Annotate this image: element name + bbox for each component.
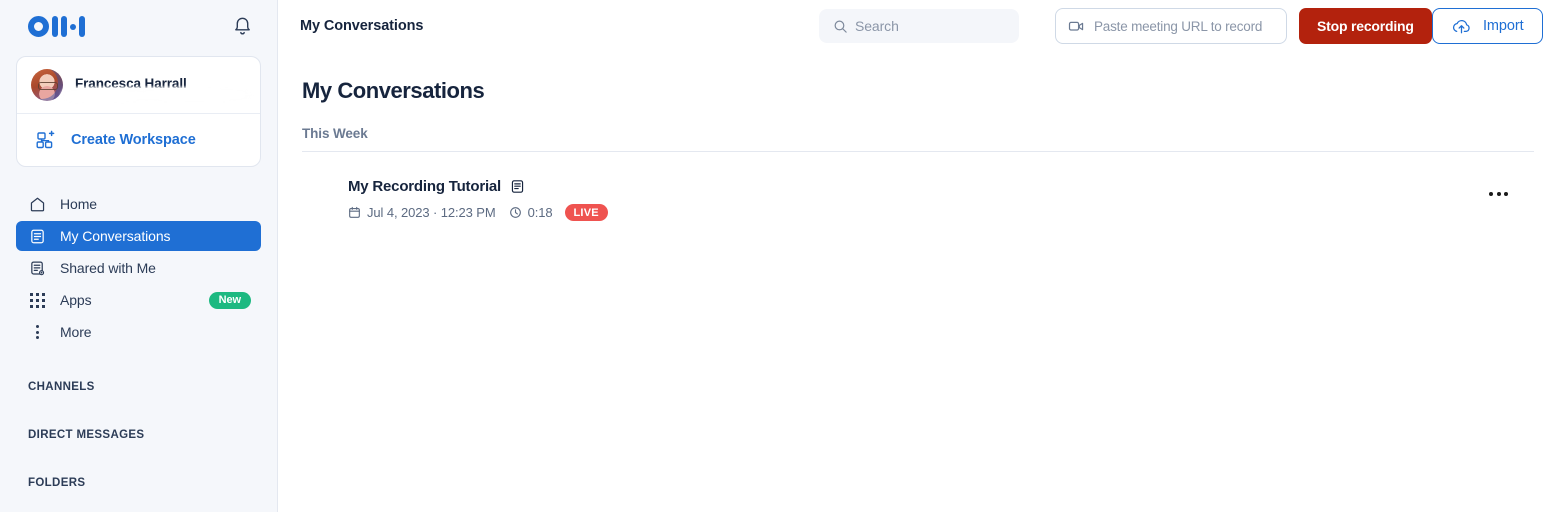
divider: [302, 151, 1534, 152]
conversation-body: My Recording Tutorial Jul 4, 2023 · 12:2…: [348, 178, 1534, 221]
grid-icon: [28, 291, 46, 309]
logo-bar: [79, 15, 85, 37]
conversation-meta: Jul 4, 2023 · 12:23 PM 0:18 LIVE: [348, 204, 1534, 221]
sidebar: Francesca Harrall Create Workspace Home …: [0, 0, 278, 512]
clock-icon: [509, 206, 522, 219]
shared-document-icon: [28, 259, 46, 277]
document-icon: [28, 227, 46, 245]
video-camera-icon: [1068, 19, 1085, 33]
create-workspace-button[interactable]: Create Workspace: [17, 114, 260, 166]
app-root: Francesca Harrall Create Workspace Home …: [0, 0, 1558, 512]
sidebar-item-label: Home: [60, 196, 97, 212]
import-label: Import: [1483, 18, 1524, 34]
topbar-title: My Conversations: [300, 18, 424, 34]
sidebar-item-my-conversations[interactable]: My Conversations: [16, 221, 261, 251]
more-horizontal-icon[interactable]: [1483, 186, 1514, 202]
new-badge: New: [208, 291, 251, 309]
avatar: [31, 69, 63, 101]
conversation-duration: 0:18: [527, 205, 553, 220]
conversation-duration-group: 0:18: [509, 205, 553, 220]
workspace-add-icon: [35, 129, 57, 151]
profile-name: Francesca Harrall: [75, 75, 187, 91]
sidebar-nav: Home My Conversations Shared with Me App…: [0, 189, 277, 347]
sidebar-item-label: Shared with Me: [60, 260, 156, 276]
topbar: My Conversations Search Paste meeting UR…: [278, 0, 1558, 52]
sidebar-item-label: Apps: [60, 292, 92, 308]
meeting-url-input[interactable]: Paste meeting URL to record: [1055, 8, 1287, 44]
sidebar-item-label: More: [60, 324, 92, 340]
section-header-channels[interactable]: CHANNELS: [0, 381, 277, 393]
main-area: My Conversations Search Paste meeting UR…: [278, 0, 1558, 512]
sidebar-item-more[interactable]: More: [16, 317, 261, 347]
bell-icon[interactable]: [229, 13, 255, 39]
search-icon: [833, 19, 848, 34]
logo-dot: [70, 23, 76, 30]
otter-logo[interactable]: [28, 15, 85, 37]
sidebar-item-home[interactable]: Home: [16, 189, 261, 219]
profile-text: Francesca Harrall: [75, 76, 187, 95]
conversation-date-group: Jul 4, 2023 · 12:23 PM: [348, 205, 496, 220]
create-workspace-label: Create Workspace: [71, 132, 196, 148]
status-badge: LIVE: [564, 204, 608, 221]
calendar-icon: [348, 206, 361, 219]
sidebar-item-shared-with-me[interactable]: Shared with Me: [16, 253, 261, 283]
logo-bar: [52, 15, 58, 37]
more-vertical-icon: [28, 323, 46, 341]
conversation-row[interactable]: My Recording Tutorial Jul 4, 2023 · 12:2…: [302, 178, 1534, 230]
meeting-url-placeholder: Paste meeting URL to record: [1094, 18, 1263, 34]
section-header-folders[interactable]: FOLDERS: [0, 477, 277, 489]
group-label-this-week: This Week: [302, 126, 368, 141]
search-placeholder: Search: [855, 18, 899, 34]
profile-card: Francesca Harrall Create Workspace: [16, 56, 261, 167]
cloud-upload-icon: [1451, 18, 1472, 35]
sidebar-header: [0, 0, 277, 52]
search-input[interactable]: Search: [819, 9, 1019, 43]
conversation-title-line: My Recording Tutorial: [348, 178, 1534, 195]
conversation-title[interactable]: My Recording Tutorial: [348, 178, 501, 195]
import-button[interactable]: Import: [1432, 8, 1543, 44]
logo-bar: [61, 15, 67, 37]
logo-ring: [28, 15, 49, 37]
stop-recording-button[interactable]: Stop recording: [1299, 8, 1432, 44]
section-header-direct-messages[interactable]: DIRECT MESSAGES: [0, 429, 277, 441]
home-icon: [28, 195, 46, 213]
conversation-date: Jul 4, 2023 · 12:23 PM: [367, 205, 496, 220]
content-area: My Conversations This Week My Recording …: [278, 52, 1558, 230]
transcript-icon[interactable]: [510, 179, 525, 194]
page-title: My Conversations: [302, 78, 485, 103]
sidebar-item-label: My Conversations: [60, 228, 171, 244]
sidebar-item-apps[interactable]: Apps New: [16, 285, 261, 315]
profile-row[interactable]: Francesca Harrall: [17, 57, 260, 114]
